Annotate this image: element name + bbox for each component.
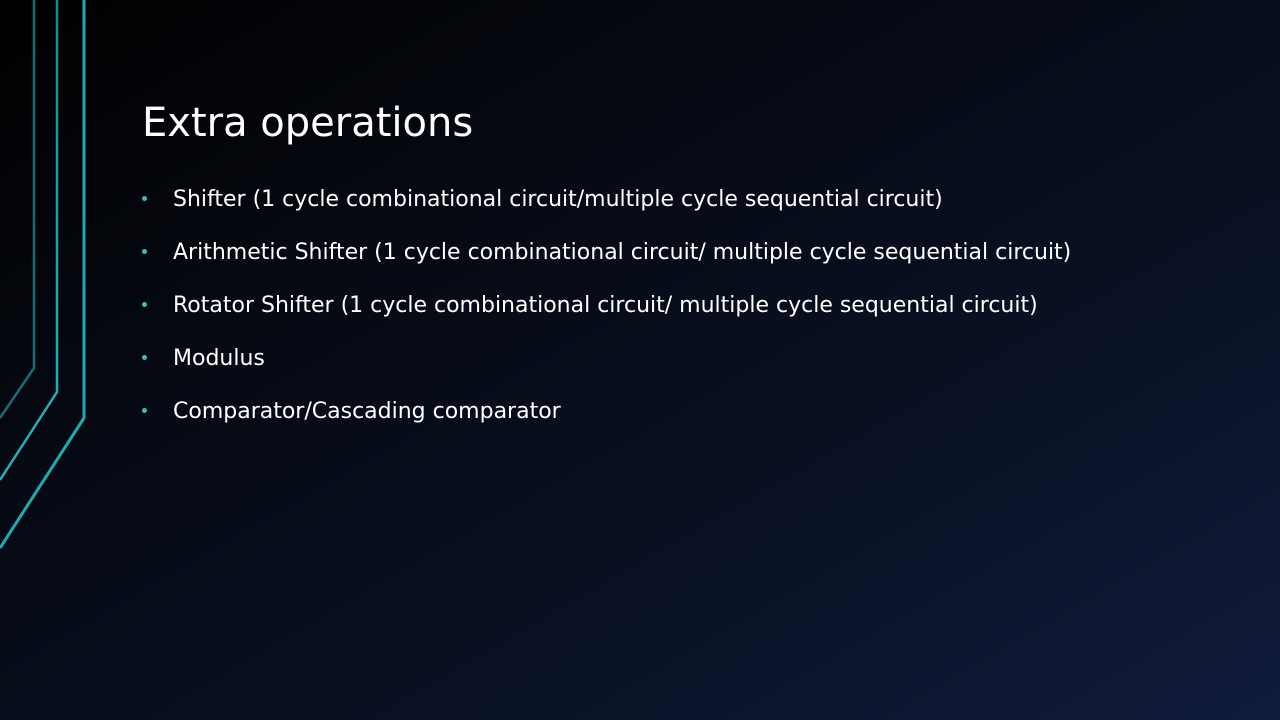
decorative-line [0, 0, 36, 419]
bullet-dot-icon [142, 195, 147, 201]
bullet-item: Modulus [142, 332, 1071, 385]
bullet-item: Comparator/Cascading comparator [142, 385, 1071, 438]
bullet-item: Rotator Shifter (1 cycle combinational c… [142, 279, 1071, 332]
bullet-dot-icon [142, 248, 147, 254]
decorative-line [0, 0, 59, 481]
bullet-dot-icon [142, 354, 147, 360]
bullet-text: Modulus [173, 346, 265, 371]
decorative-lines [0, 0, 86, 549]
bullet-item: Shifter (1 cycle combinational circuit/m… [142, 173, 1071, 226]
bullet-dot-icon [142, 301, 147, 307]
bullet-text: Rotator Shifter (1 cycle combinational c… [173, 293, 1038, 318]
bullet-text: Shifter (1 cycle combinational circuit/m… [173, 187, 943, 212]
bullet-list: Shifter (1 cycle combinational circuit/m… [142, 173, 1071, 438]
decorative-line [0, 0, 86, 549]
bullet-text: Comparator/Cascading comparator [173, 399, 561, 424]
slide-title: Extra operations [142, 100, 474, 146]
bullet-dot-icon [142, 407, 147, 413]
bullet-text: Arithmetic Shifter (1 cycle combinationa… [173, 240, 1072, 265]
slide: Extra operations Shifter (1 cycle combin… [0, 0, 1280, 720]
bullet-item: Arithmetic Shifter (1 cycle combinationa… [142, 226, 1071, 279]
